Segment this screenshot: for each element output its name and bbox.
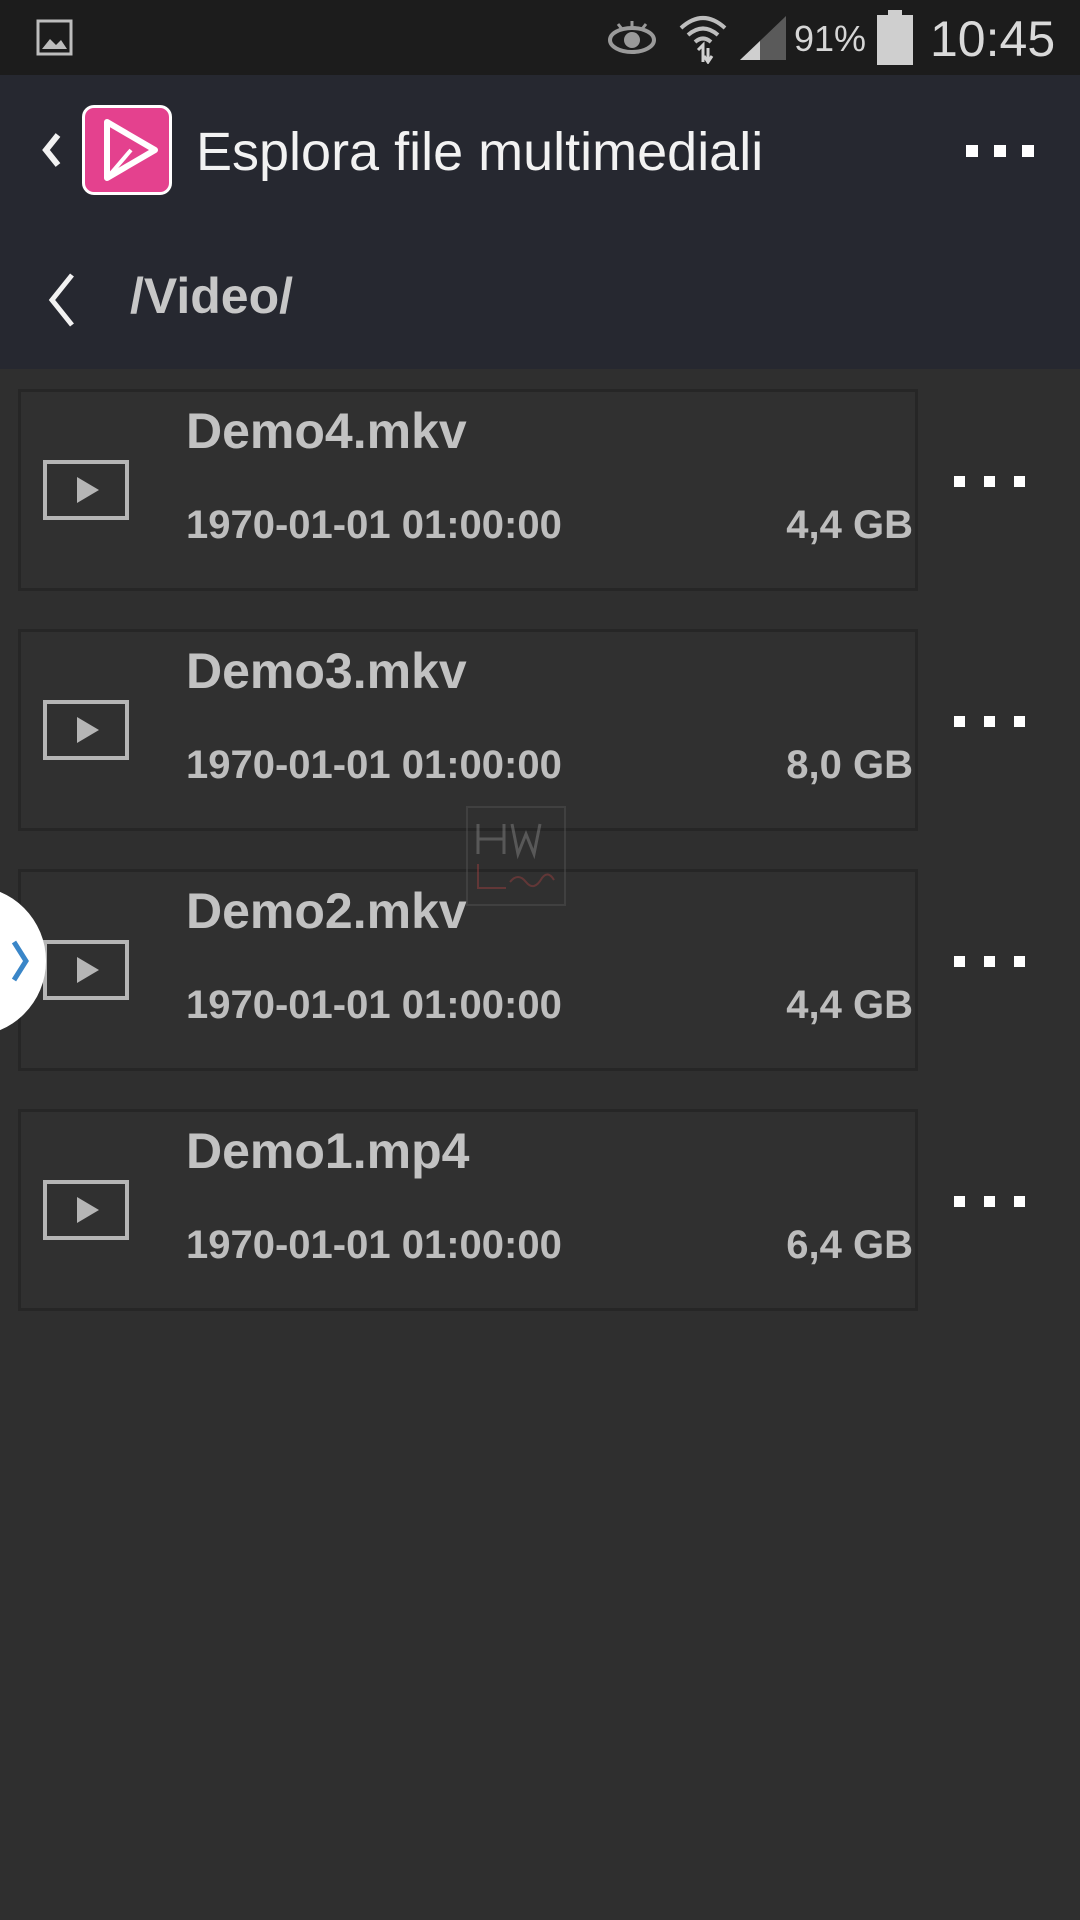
battery-icon <box>877 10 913 65</box>
video-file-icon <box>43 1180 129 1240</box>
file-size: 6,4 GB <box>786 1223 913 1267</box>
path-bar: /Video/ <box>0 225 1080 369</box>
video-file-icon <box>43 940 129 1000</box>
video-file-icon <box>43 460 129 520</box>
file-name: Demo2.mkv <box>186 883 467 939</box>
app-logo[interactable] <box>82 105 172 195</box>
path-back-icon[interactable] <box>36 265 86 335</box>
more-options-icon[interactable] <box>944 461 1034 501</box>
gallery-icon <box>36 19 73 56</box>
chevron-right-icon <box>11 940 29 982</box>
file-date: 1970-01-01 01:00:00 <box>186 1223 562 1267</box>
file-name: Demo4.mkv <box>186 403 467 459</box>
file-date: 1970-01-01 01:00:00 <box>186 743 562 787</box>
file-size: 4,4 GB <box>786 983 913 1027</box>
file-name: Demo3.mkv <box>186 643 467 699</box>
signal-icon <box>740 16 786 60</box>
app-bar: Esplora file multimediali <box>0 75 1080 225</box>
list-item: Demo4.mkv 1970-01-01 01:00:00 4,4 GB <box>0 369 1080 609</box>
wifi-icon <box>679 16 727 64</box>
file-card[interactable]: Demo1.mp4 1970-01-01 01:00:00 6,4 GB <box>18 1109 918 1311</box>
clock: 10:45 <box>930 11 1056 67</box>
status-bar: 91% 10:45 <box>0 0 1080 75</box>
app-title: Esplora file multimediali <box>196 122 764 182</box>
overflow-menu-icon[interactable] <box>950 115 1050 185</box>
more-options-icon[interactable] <box>944 1181 1034 1221</box>
file-date: 1970-01-01 01:00:00 <box>186 503 562 547</box>
play-logo-icon <box>104 119 158 181</box>
more-options-icon[interactable] <box>944 701 1034 741</box>
file-size: 8,0 GB <box>786 743 913 787</box>
file-card[interactable]: Demo3.mkv 1970-01-01 01:00:00 8,0 GB <box>18 629 918 831</box>
back-icon[interactable] <box>30 115 76 185</box>
file-date: 1970-01-01 01:00:00 <box>186 983 562 1027</box>
eye-icon <box>608 21 656 54</box>
video-file-icon <box>43 700 129 760</box>
watermark-logo <box>466 806 566 906</box>
file-size: 4,4 GB <box>786 503 913 547</box>
file-name: Demo1.mp4 <box>186 1123 470 1179</box>
more-options-icon[interactable] <box>944 941 1034 981</box>
file-card[interactable]: Demo4.mkv 1970-01-01 01:00:00 4,4 GB <box>18 389 918 591</box>
battery-level: 91% <box>794 18 867 59</box>
list-item: Demo1.mp4 1970-01-01 01:00:00 6,4 GB <box>0 1089 1080 1329</box>
current-path: /Video/ <box>130 268 294 324</box>
